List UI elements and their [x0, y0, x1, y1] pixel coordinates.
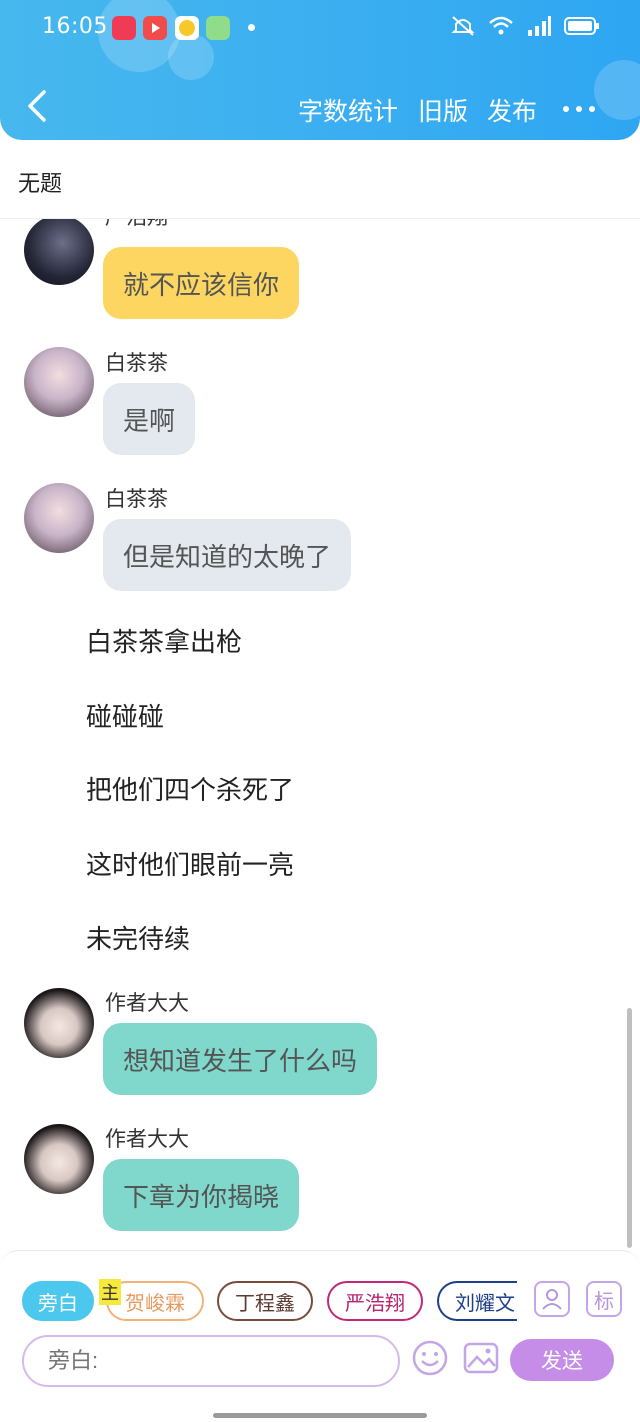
narration-line[interactable]: 未完待续	[86, 919, 190, 956]
status-bar: 16:05	[0, 0, 640, 56]
publish-button[interactable]: 发布	[487, 92, 537, 128]
message-bubble: 是啊	[103, 383, 196, 455]
old-version-button[interactable]: 旧版	[418, 92, 468, 128]
message-bubble: 下章为你揭晓	[103, 1159, 300, 1231]
avatar	[24, 988, 94, 1058]
send-button[interactable]: 发送	[510, 1339, 614, 1381]
chat-app-icon	[175, 16, 199, 40]
story-title[interactable]: 无题	[18, 166, 62, 198]
message-bubble: 但是知道的太晚了	[103, 519, 352, 591]
status-time: 16:05	[42, 14, 108, 39]
wifi-icon	[489, 16, 513, 35]
message-sender: 严浩翔	[105, 219, 168, 231]
narration-line[interactable]: 碰碰碰	[86, 697, 164, 734]
role-chip-ding-chengxin[interactable]: 丁程鑫	[217, 1281, 313, 1321]
gallery-app-icon	[206, 16, 230, 40]
add-role-button[interactable]	[534, 1281, 570, 1317]
avatar	[24, 347, 94, 417]
video-app-icon	[143, 16, 167, 40]
back-icon[interactable]	[24, 88, 52, 124]
more-notifications-icon	[248, 24, 255, 31]
role-chip-yan-haoxiang[interactable]: 严浩翔	[327, 1281, 423, 1321]
chat-area: 严浩翔 就不应该信你 白茶茶 是啊 白茶茶 但是知道的太晚了 白茶茶拿出枪 碰碰…	[0, 219, 640, 1252]
chat-message[interactable]: 白茶茶 是啊	[0, 345, 640, 465]
main-role-tag: 主	[99, 1279, 121, 1305]
battery-icon	[564, 17, 599, 35]
message-bubble: 就不应该信你	[103, 247, 300, 319]
status-icons	[450, 14, 600, 38]
title-bar: 无题	[0, 140, 640, 219]
word-count-button[interactable]: 字数统计	[298, 92, 398, 128]
chat-message[interactable]: 作者大大 下章为你揭晓	[0, 1121, 640, 1241]
tag-button[interactable]: 标	[586, 1281, 622, 1317]
emoji-icon[interactable]	[411, 1339, 449, 1377]
chat-scrollbar[interactable]	[627, 1008, 632, 1248]
composer-panel: 旁白 贺峻霖 主 丁程鑫 严浩翔 刘耀文 标 发送	[0, 1250, 640, 1391]
nav-bar: 字数统计 旧版 发布	[0, 76, 640, 136]
avatar	[24, 483, 94, 553]
signal-icon	[528, 16, 551, 36]
chat-message[interactable]: 白茶茶 但是知道的太晚了	[0, 481, 640, 601]
narration-line[interactable]: 这时他们眼前一亮	[86, 845, 294, 882]
message-sender: 作者大大	[105, 991, 189, 1015]
mute-icon	[451, 16, 475, 36]
home-indicator[interactable]	[213, 1413, 427, 1418]
message-bubble: 想知道发生了什么吗	[103, 1023, 378, 1095]
avatar	[24, 1124, 94, 1194]
app-header: 16:05 字数统计 旧版 发布	[0, 0, 640, 140]
narration-line[interactable]: 把他们四个杀死了	[86, 770, 294, 807]
narration-line[interactable]: 白茶茶拿出枪	[86, 622, 242, 659]
chat-message[interactable]: 严浩翔 就不应该信你	[0, 219, 640, 325]
message-input[interactable]	[22, 1335, 400, 1387]
role-chip-narrator[interactable]: 旁白	[22, 1281, 94, 1321]
person-icon	[542, 1289, 562, 1310]
role-chip-liu-yaowen[interactable]: 刘耀文	[437, 1281, 517, 1321]
more-icon[interactable]	[563, 106, 595, 112]
avatar	[24, 219, 94, 285]
notification-app-icon	[112, 16, 136, 40]
message-sender: 白茶茶	[105, 351, 168, 375]
image-icon[interactable]	[462, 1339, 500, 1377]
message-sender: 作者大大	[105, 1127, 189, 1151]
message-sender: 白茶茶	[105, 487, 168, 511]
chat-message[interactable]: 作者大大 想知道发生了什么吗	[0, 985, 640, 1105]
